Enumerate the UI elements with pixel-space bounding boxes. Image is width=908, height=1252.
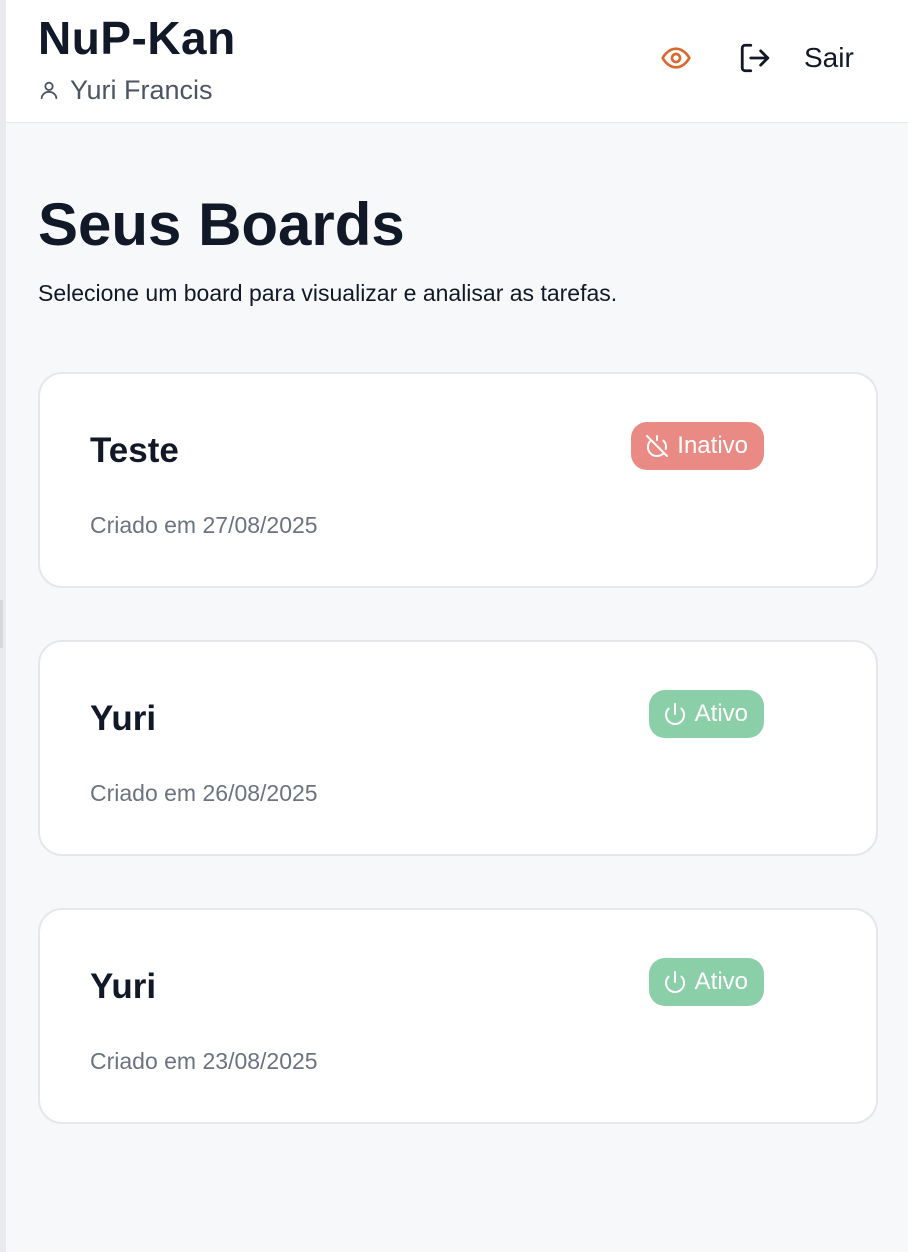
log-out-icon: [740, 43, 770, 73]
view-toggle-button[interactable]: [658, 40, 694, 76]
board-name: Teste: [90, 431, 179, 470]
app-title: NuP-Kan: [38, 12, 236, 64]
user-name: Yuri Francis: [70, 74, 213, 105]
board-name: Yuri: [90, 699, 157, 738]
power-off-icon: [646, 435, 669, 458]
user-icon: [40, 81, 58, 100]
logout-button[interactable]: Sair: [738, 36, 854, 80]
status-label: Inativo: [677, 432, 748, 459]
power-icon: [664, 971, 685, 993]
status-badge-inactive: Inativo: [631, 422, 764, 470]
power-icon: [664, 703, 685, 725]
board-name: Yuri: [90, 967, 157, 1006]
user-info: Yuri Francis: [38, 74, 213, 106]
app-header: NuP-Kan Yuri Francis Sair: [6, 0, 908, 123]
board-card[interactable]: Yuri Ativo Criado em 26/08/2025: [38, 640, 878, 856]
status-badge-active: Ativo: [648, 958, 764, 1006]
page-title: Seus Boards: [38, 191, 405, 258]
board-card[interactable]: Yuri Ativo Criado em 23/08/2025: [38, 908, 878, 1124]
board-created-date: Criado em 23/08/2025: [90, 1048, 318, 1074]
status-label: Ativo: [694, 700, 748, 727]
logout-label: Sair: [804, 42, 854, 73]
board-created-date: Criado em 27/08/2025: [90, 512, 318, 538]
status-label: Ativo: [694, 968, 748, 995]
status-badge-active: Ativo: [648, 690, 764, 738]
eye-icon: [661, 47, 691, 69]
page-subtitle: Selecione um board para visualizar e ana…: [38, 280, 618, 306]
board-created-date: Criado em 26/08/2025: [90, 780, 318, 806]
drawer-handle[interactable]: [0, 600, 3, 648]
board-card[interactable]: Teste Inativo Criado em 27/08/2025: [38, 372, 878, 588]
